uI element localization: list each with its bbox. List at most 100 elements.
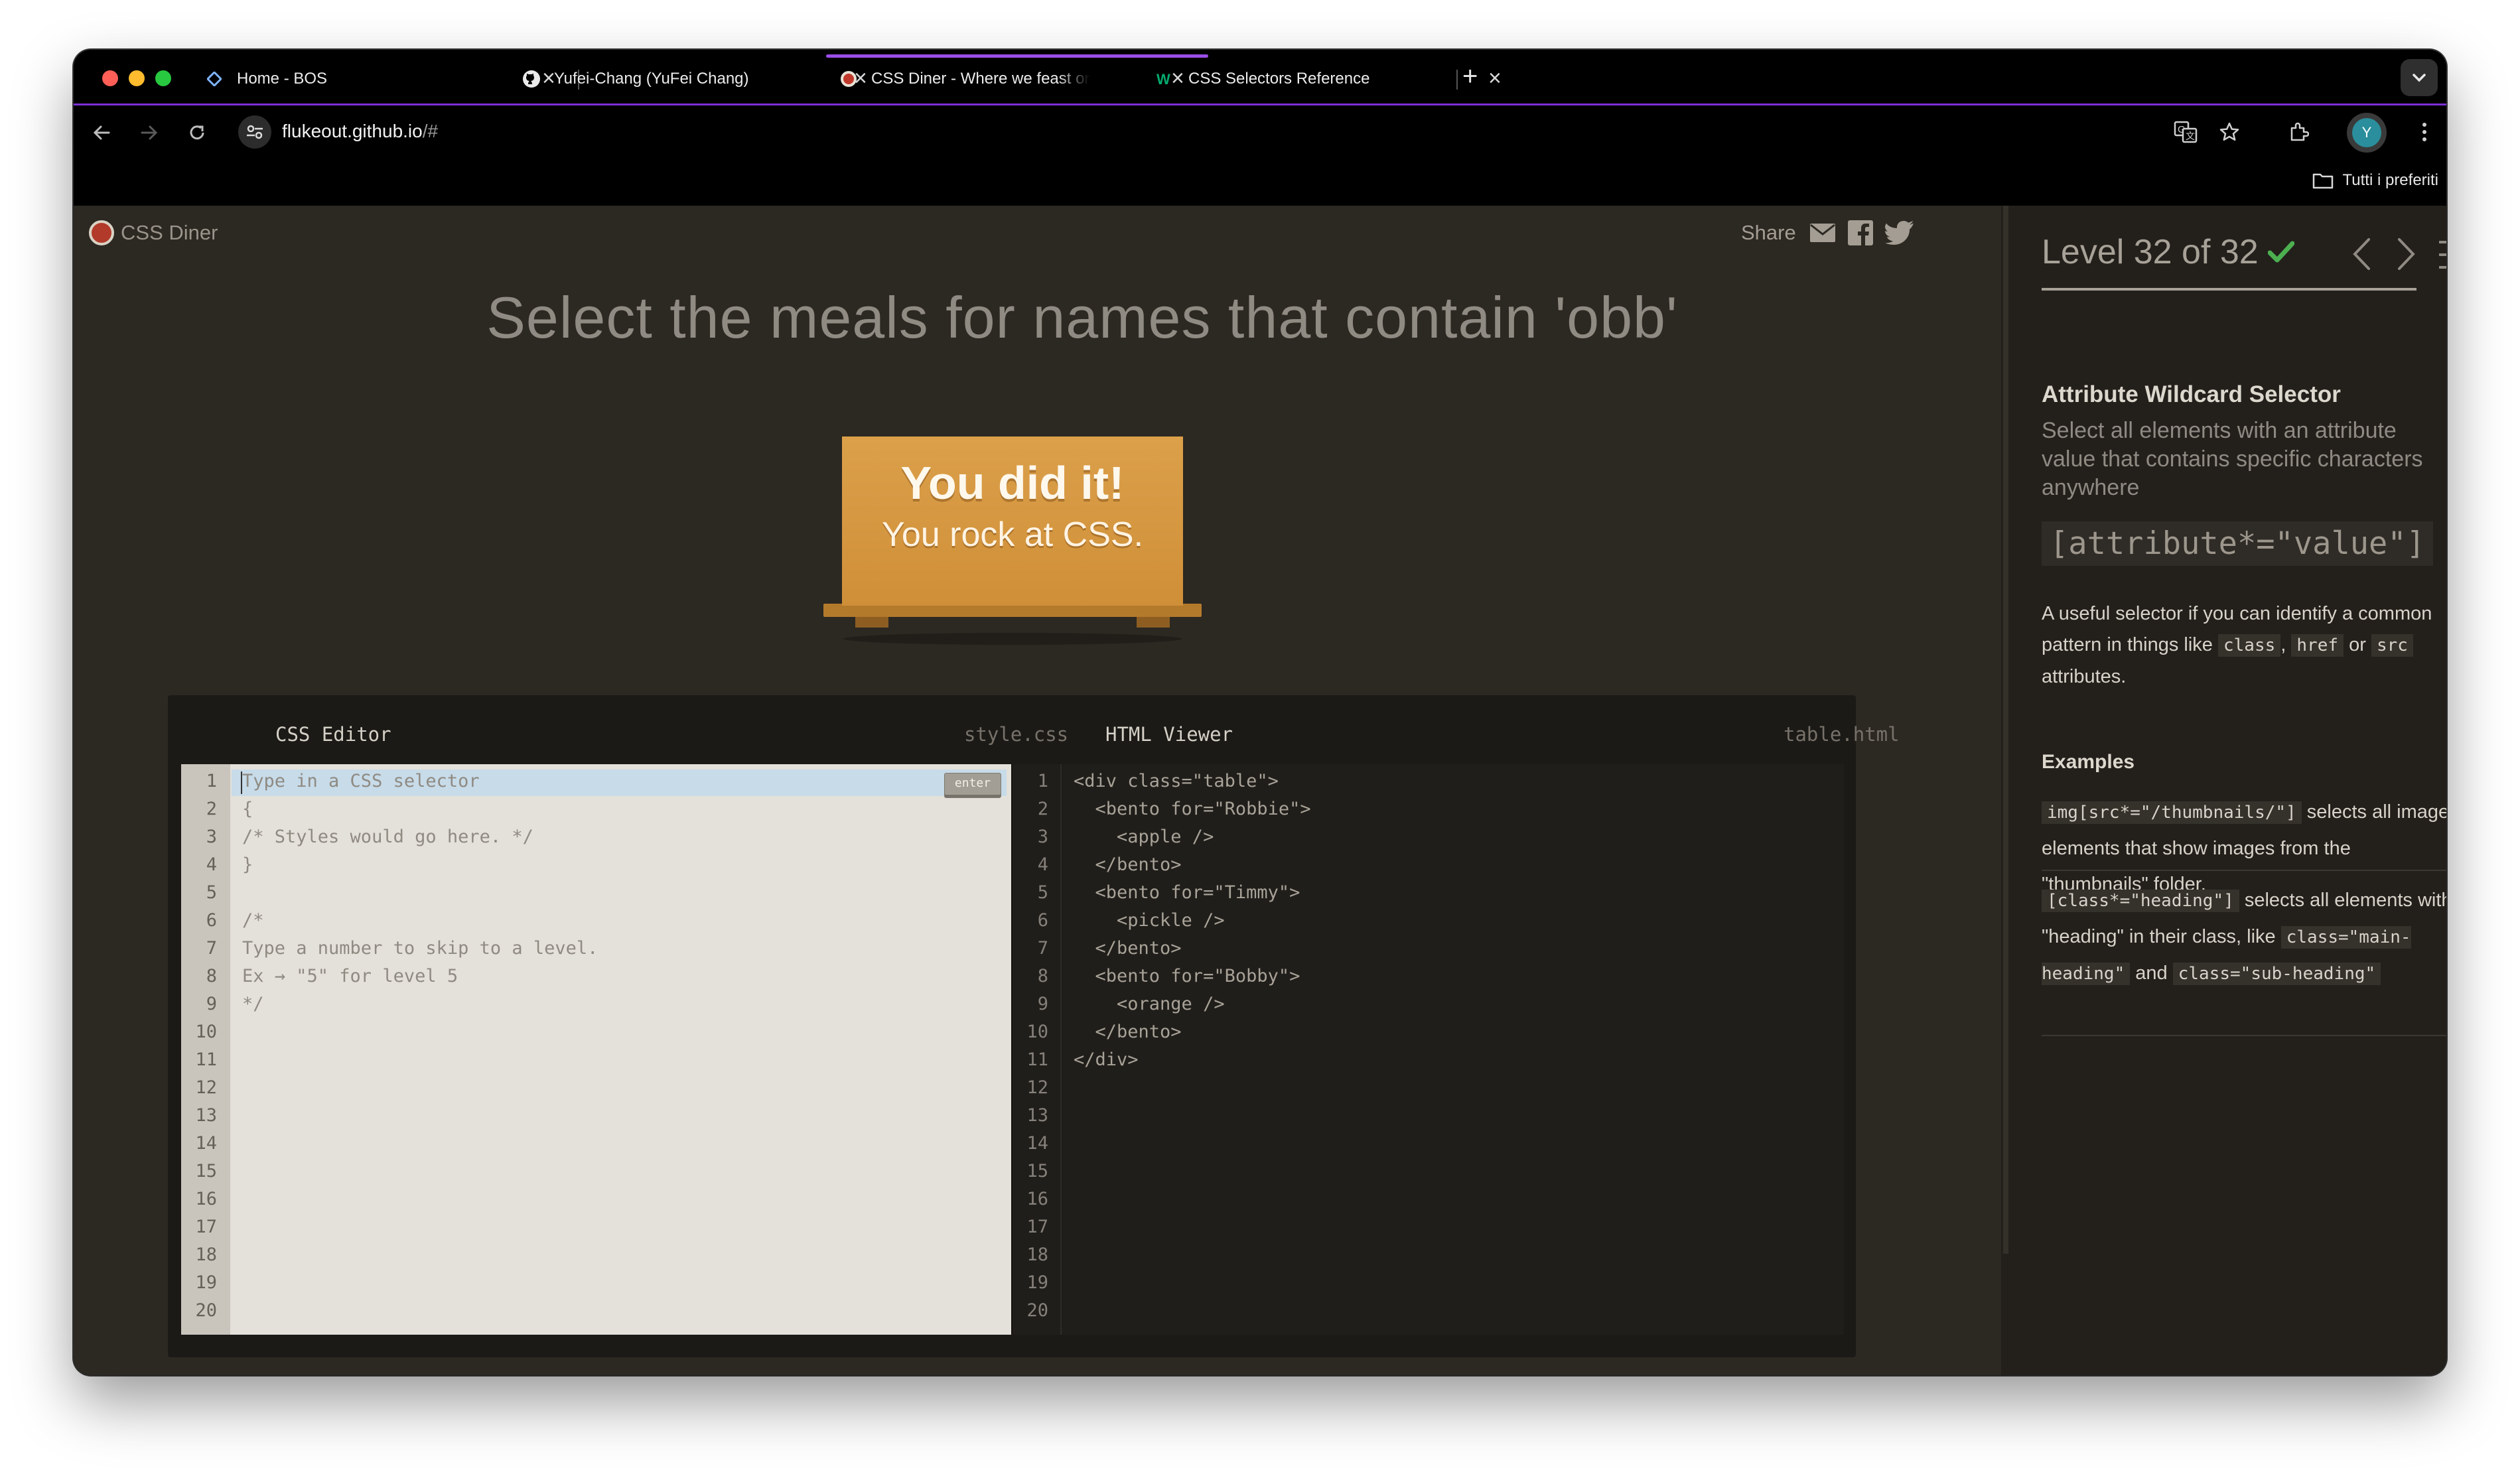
css-diner-logo[interactable]: CSS Diner: [89, 220, 218, 245]
back-button[interactable]: [87, 118, 116, 147]
code-line: <pickle />: [1074, 910, 1225, 931]
avatar-letter: Y: [2352, 118, 2381, 147]
share-area: Share: [1741, 220, 1926, 245]
bookmarks-bar: Tutti i preferiti: [74, 157, 2446, 206]
selector-name: Attribute Wildcard Selector: [2042, 381, 2341, 407]
profile-avatar[interactable]: Y: [2347, 113, 2387, 153]
email-icon[interactable]: [1809, 223, 1836, 243]
level-menu-icon[interactable]: [2438, 240, 2446, 269]
example-2: [class*="heading"] selects all elements …: [2042, 882, 2446, 992]
code-line: Type a number to skip to a level.: [242, 938, 598, 959]
svg-text:W: W: [1156, 71, 1170, 87]
browser-menu-button[interactable]: [2409, 117, 2440, 147]
example-text: and: [2135, 963, 2168, 984]
line-number: 16: [195, 1189, 217, 1209]
reload-button[interactable]: [182, 118, 212, 147]
line-number: 18: [195, 1244, 217, 1265]
line-number: 15: [195, 1161, 217, 1181]
chevron-down-icon: [2413, 74, 2426, 82]
previous-level-button[interactable]: [2351, 237, 2371, 271]
forward-button[interactable]: [135, 118, 164, 147]
bookmark-star-button[interactable]: [2214, 117, 2245, 147]
line-number: 13: [195, 1105, 217, 1126]
line-number: 3: [206, 827, 217, 847]
line-number: 13: [1026, 1105, 1048, 1126]
line-number: 14: [195, 1133, 217, 1154]
new-tab-button[interactable]: +: [1462, 62, 1478, 91]
level-progress-bar: [2042, 288, 2416, 291]
line-number: 10: [1026, 1022, 1048, 1042]
svg-text:文: 文: [2186, 131, 2195, 141]
tab-home-bos[interactable]: Home - BOS ×: [205, 56, 563, 100]
tab-github[interactable]: Yufei-Chang (YuFei Chang) ×: [522, 56, 880, 100]
close-window-button[interactable]: [102, 70, 118, 86]
code-editor: CSS Editor style.css HTML Viewer table.h…: [168, 695, 1900, 1357]
line-number: 17: [195, 1217, 217, 1237]
extensions-button[interactable]: [2283, 117, 2314, 147]
browser-window: Home - BOS × Yufei-Chang (YuFei Chang) ×…: [74, 50, 2446, 1375]
tab-css-diner[interactable]: CSS Diner - Where we feast on CSS ×: [826, 54, 1208, 100]
line-number: 8: [206, 966, 217, 986]
css-diner-page: CSS Diner Share Select the meals for nam…: [74, 206, 2446, 1375]
code-line: <apple />: [1074, 827, 1214, 847]
html-viewer-filename: table.html: [1784, 723, 1900, 746]
site-info-button[interactable]: [238, 115, 271, 149]
scrollbar[interactable]: [2003, 206, 2008, 1254]
example-code: class="sub-heading": [2172, 963, 2381, 985]
line-number: 10: [195, 1022, 217, 1042]
tune-icon: [247, 125, 263, 139]
enter-button[interactable]: enter: [944, 773, 1001, 798]
line-number: 6: [1037, 910, 1048, 931]
sidebar-resize-handle[interactable]: [2001, 206, 2012, 1375]
line-number: 1: [206, 771, 217, 791]
html-viewer-pane: 1 2 3 4 5 6 7 8 9 10 11 12 13 14 15 16 17 18 19 20 <div cla…: [1011, 764, 1844, 1335]
close-tab-icon[interactable]: ×: [1488, 66, 1502, 91]
code-line: Ex → "5" for level 5: [242, 966, 458, 986]
next-level-button[interactable]: [2397, 237, 2416, 271]
text-caret: [241, 771, 242, 794]
line-number: 19: [195, 1272, 217, 1293]
level-instruction: Select the meals for names that contain …: [486, 285, 1678, 350]
line-number: 4: [206, 854, 217, 875]
code-line: <orange />: [1074, 994, 1225, 1014]
tab-search-button[interactable]: [2401, 59, 2438, 96]
all-bookmarks-button[interactable]: Tutti i preferiti: [2312, 171, 2438, 190]
html-viewer-title: HTML Viewer: [1105, 723, 1233, 746]
examples-heading: Examples: [2042, 751, 2135, 773]
tab-title: CSS Selectors Reference: [1188, 70, 1370, 88]
translate-button[interactable]: G文: [2170, 117, 2201, 147]
css-line-numbers: 1 2 3 4 5 6 7 8 9 10 11 12 13 14 15 16 17 18 19 20: [181, 764, 230, 1335]
code-line: */: [242, 994, 264, 1014]
hint-text: ,: [2280, 634, 2286, 655]
css-editor-filename: style.css: [964, 723, 1069, 746]
tab-separator: [1456, 70, 1458, 90]
example-divider: [2042, 870, 2446, 871]
css-input-placeholder: Type in a CSS selector: [242, 771, 480, 791]
url-path: /#: [422, 121, 439, 141]
minimize-window-button[interactable]: [129, 70, 145, 86]
table-leg: [1137, 616, 1170, 628]
level-indicator: Level 32 of 32: [2042, 232, 2294, 272]
example-code: [class*="heading"]: [2042, 890, 2239, 912]
line-number: 11: [195, 1049, 217, 1070]
line-number: 12: [195, 1077, 217, 1098]
line-number: 7: [206, 938, 217, 959]
hint-text: or: [2349, 634, 2366, 655]
level-text: Level 32 of 32: [2042, 233, 2259, 271]
maximize-window-button[interactable]: [155, 70, 171, 86]
reload-icon: [190, 125, 204, 140]
level-sidebar: Level 32 of 32 Attribute Wildcard Select…: [2012, 206, 2446, 1375]
tab-css-selectors-reference[interactable]: W CSS Selectors Reference ×: [1156, 56, 1515, 100]
line-number: 15: [1026, 1161, 1048, 1181]
code-line: </bento>: [1074, 854, 1182, 875]
win-message-subtitle: You rock at CSS.: [881, 515, 1144, 554]
css-diner-icon: [839, 70, 858, 88]
line-number: 6: [206, 910, 217, 931]
facebook-icon[interactable]: [1847, 220, 1873, 245]
all-bookmarks-label: Tutti i preferiti: [2342, 171, 2438, 189]
css-editor-pane: 1 2 3 4 5 6 7 8 9 10 11 12 13 14 15 16 17 18 19 20 Type in …: [181, 764, 1011, 1335]
twitter-icon[interactable]: [1884, 221, 1914, 245]
win-table: You did it! You rock at CSS.: [823, 436, 1202, 649]
address-bar[interactable]: flukeout.github.io/#: [282, 121, 438, 142]
line-number: 9: [206, 994, 217, 1014]
